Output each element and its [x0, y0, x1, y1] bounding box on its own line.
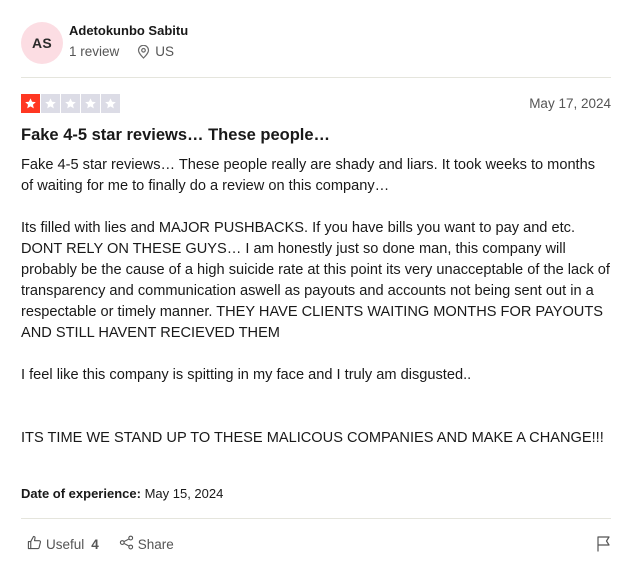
reviewer-country: US — [155, 44, 175, 59]
share-button[interactable]: Share — [119, 535, 174, 553]
review-title[interactable]: Fake 4-5 star reviews… These people… — [21, 126, 330, 145]
review-actions: Useful 4 Share — [27, 535, 174, 553]
review-count: 1 review — [69, 44, 120, 59]
review-body: Fake 4-5 star reviews… These people real… — [21, 155, 611, 449]
star-icon — [21, 94, 40, 113]
share-icon — [119, 535, 134, 553]
review-paragraph: ITS TIME WE STAND UP TO THESE MALICOUS C… — [21, 430, 604, 446]
date-of-experience: Date of experience: May 15, 2024 — [21, 486, 223, 501]
star-rating — [21, 94, 120, 113]
review-paragraph: Fake 4-5 star reviews… These people real… — [21, 157, 596, 194]
star-icon — [81, 94, 100, 113]
divider — [21, 77, 611, 78]
useful-button[interactable]: Useful 4 — [27, 535, 99, 553]
reviewer-header: AS Adetokunbo Sabitu 1 review US — [21, 22, 611, 64]
share-label: Share — [137, 536, 174, 552]
experience-date: May 15, 2024 — [144, 486, 224, 501]
star-icon — [101, 94, 120, 113]
reviewer-name[interactable]: Adetokunbo Sabitu — [69, 23, 188, 38]
avatar[interactable]: AS — [21, 22, 63, 64]
review-paragraph: I feel like this company is spitting in … — [21, 367, 472, 383]
useful-count: 4 — [91, 536, 99, 552]
thumbs-up-icon — [27, 535, 42, 553]
star-icon — [41, 94, 60, 113]
review-date: May 17, 2024 — [529, 96, 611, 111]
star-icon — [61, 94, 80, 113]
flag-icon[interactable] — [596, 535, 611, 557]
review-card: AS Adetokunbo Sabitu 1 review US May 17,… — [21, 0, 611, 565]
divider — [21, 518, 611, 519]
reviewer-meta: 1 review US — [69, 44, 174, 59]
review-paragraph: Its filled with lies and MAJOR PUSHBACKS… — [21, 220, 610, 341]
location-pin-icon — [137, 44, 150, 59]
useful-label: Useful — [46, 536, 85, 552]
experience-label: Date of experience: — [21, 486, 141, 501]
